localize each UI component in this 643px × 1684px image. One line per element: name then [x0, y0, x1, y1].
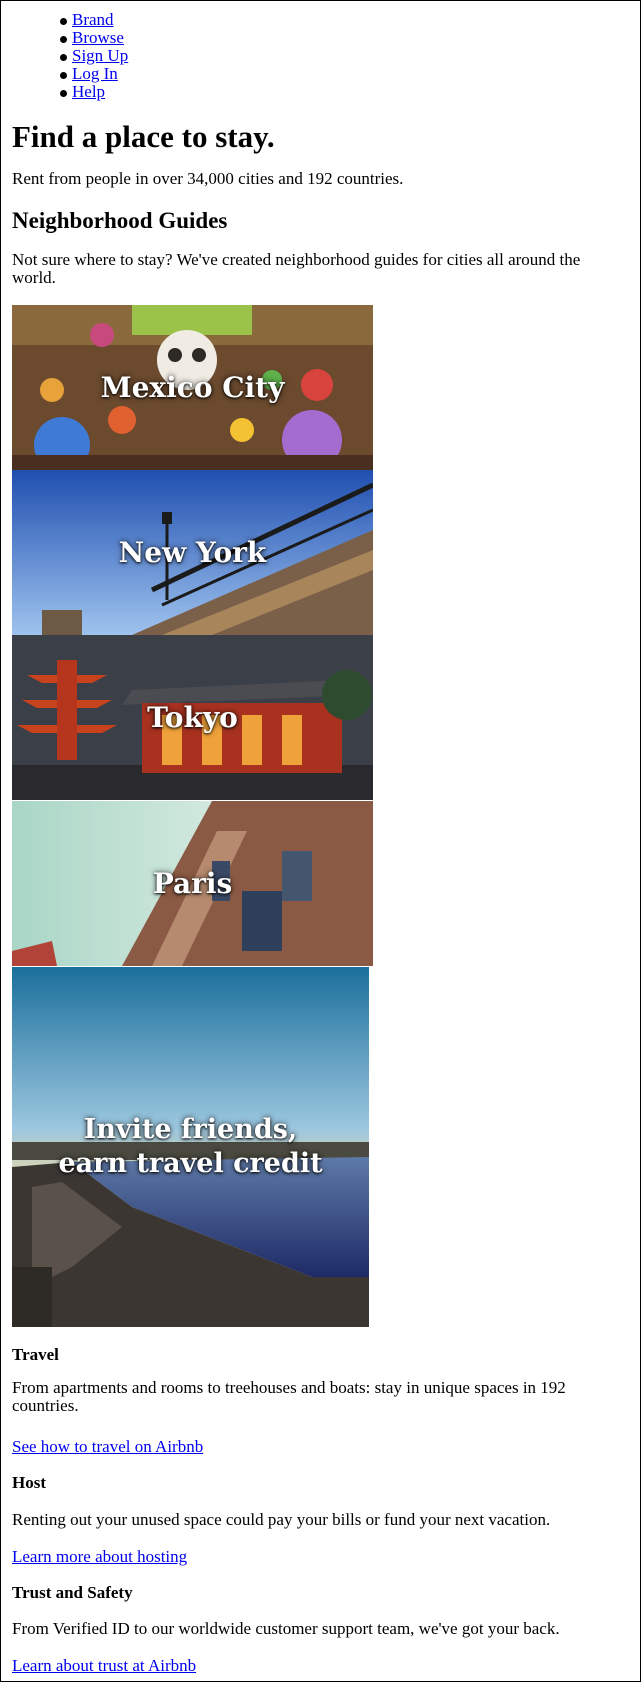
- invite-friends-card[interactable]: Invite friends, earn travel credit: [12, 967, 369, 1327]
- page-frame: Brand Browse Sign Up Log In Help Find a …: [0, 0, 641, 1682]
- nav-item-sign-up: Sign Up: [59, 46, 128, 65]
- nav-item-help: Help: [59, 82, 128, 101]
- nav-link-log-in[interactable]: Log In: [72, 64, 118, 83]
- invite-line-2: earn travel credit: [58, 1148, 323, 1179]
- trust-heading: Trust and Safety: [12, 1583, 133, 1602]
- top-nav: Brand Browse Sign Up Log In Help: [59, 10, 128, 101]
- nav-link-browse[interactable]: Browse: [72, 28, 124, 47]
- city-label-paris: Paris: [152, 867, 233, 900]
- city-label-tokyo: Tokyo: [147, 701, 238, 734]
- travel-text: From apartments and rooms to treehouses …: [12, 1378, 566, 1415]
- hero-subtitle: Rent from people in over 34,000 cities a…: [12, 169, 404, 188]
- nav-link-brand[interactable]: Brand: [72, 10, 114, 29]
- host-link[interactable]: Learn more about hosting: [12, 1547, 187, 1566]
- invite-label: Invite friends, earn travel credit: [58, 1113, 322, 1181]
- nav-link-help[interactable]: Help: [72, 82, 105, 101]
- nav-item-log-in: Log In: [59, 64, 128, 83]
- trust-text: From Verified ID to our worldwide custom…: [12, 1619, 560, 1638]
- nav-link-sign-up[interactable]: Sign Up: [72, 46, 128, 65]
- city-card-paris[interactable]: Paris: [12, 801, 373, 966]
- guides-intro: Not sure where to stay? We've created ne…: [12, 250, 581, 287]
- guides-heading: Neighborhood Guides: [12, 208, 228, 233]
- host-heading: Host: [12, 1473, 46, 1492]
- travel-link[interactable]: See how to travel on Airbnb: [12, 1437, 203, 1456]
- city-card-new-york[interactable]: New York: [12, 470, 373, 635]
- city-label-new-york: New York: [118, 536, 267, 569]
- trust-link[interactable]: Learn about trust at Airbnb: [12, 1656, 196, 1675]
- host-text: Renting out your unused space could pay …: [12, 1510, 551, 1529]
- trust-link-wrap: Learn about trust at Airbnb: [12, 1656, 196, 1676]
- nav-item-browse: Browse: [59, 28, 128, 47]
- page-title: Find a place to stay.: [12, 119, 275, 154]
- host-link-wrap: Learn more about hosting: [12, 1547, 187, 1567]
- city-card-mexico-city[interactable]: Mexico City: [12, 305, 373, 470]
- travel-heading: Travel: [12, 1345, 59, 1364]
- nav-item-brand: Brand: [59, 10, 128, 29]
- invite-line-1: Invite friends,: [83, 1114, 298, 1145]
- city-card-tokyo[interactable]: Tokyo: [12, 635, 373, 800]
- city-label-mexico-city: Mexico City: [100, 371, 285, 404]
- travel-link-wrap: See how to travel on Airbnb: [12, 1437, 203, 1457]
